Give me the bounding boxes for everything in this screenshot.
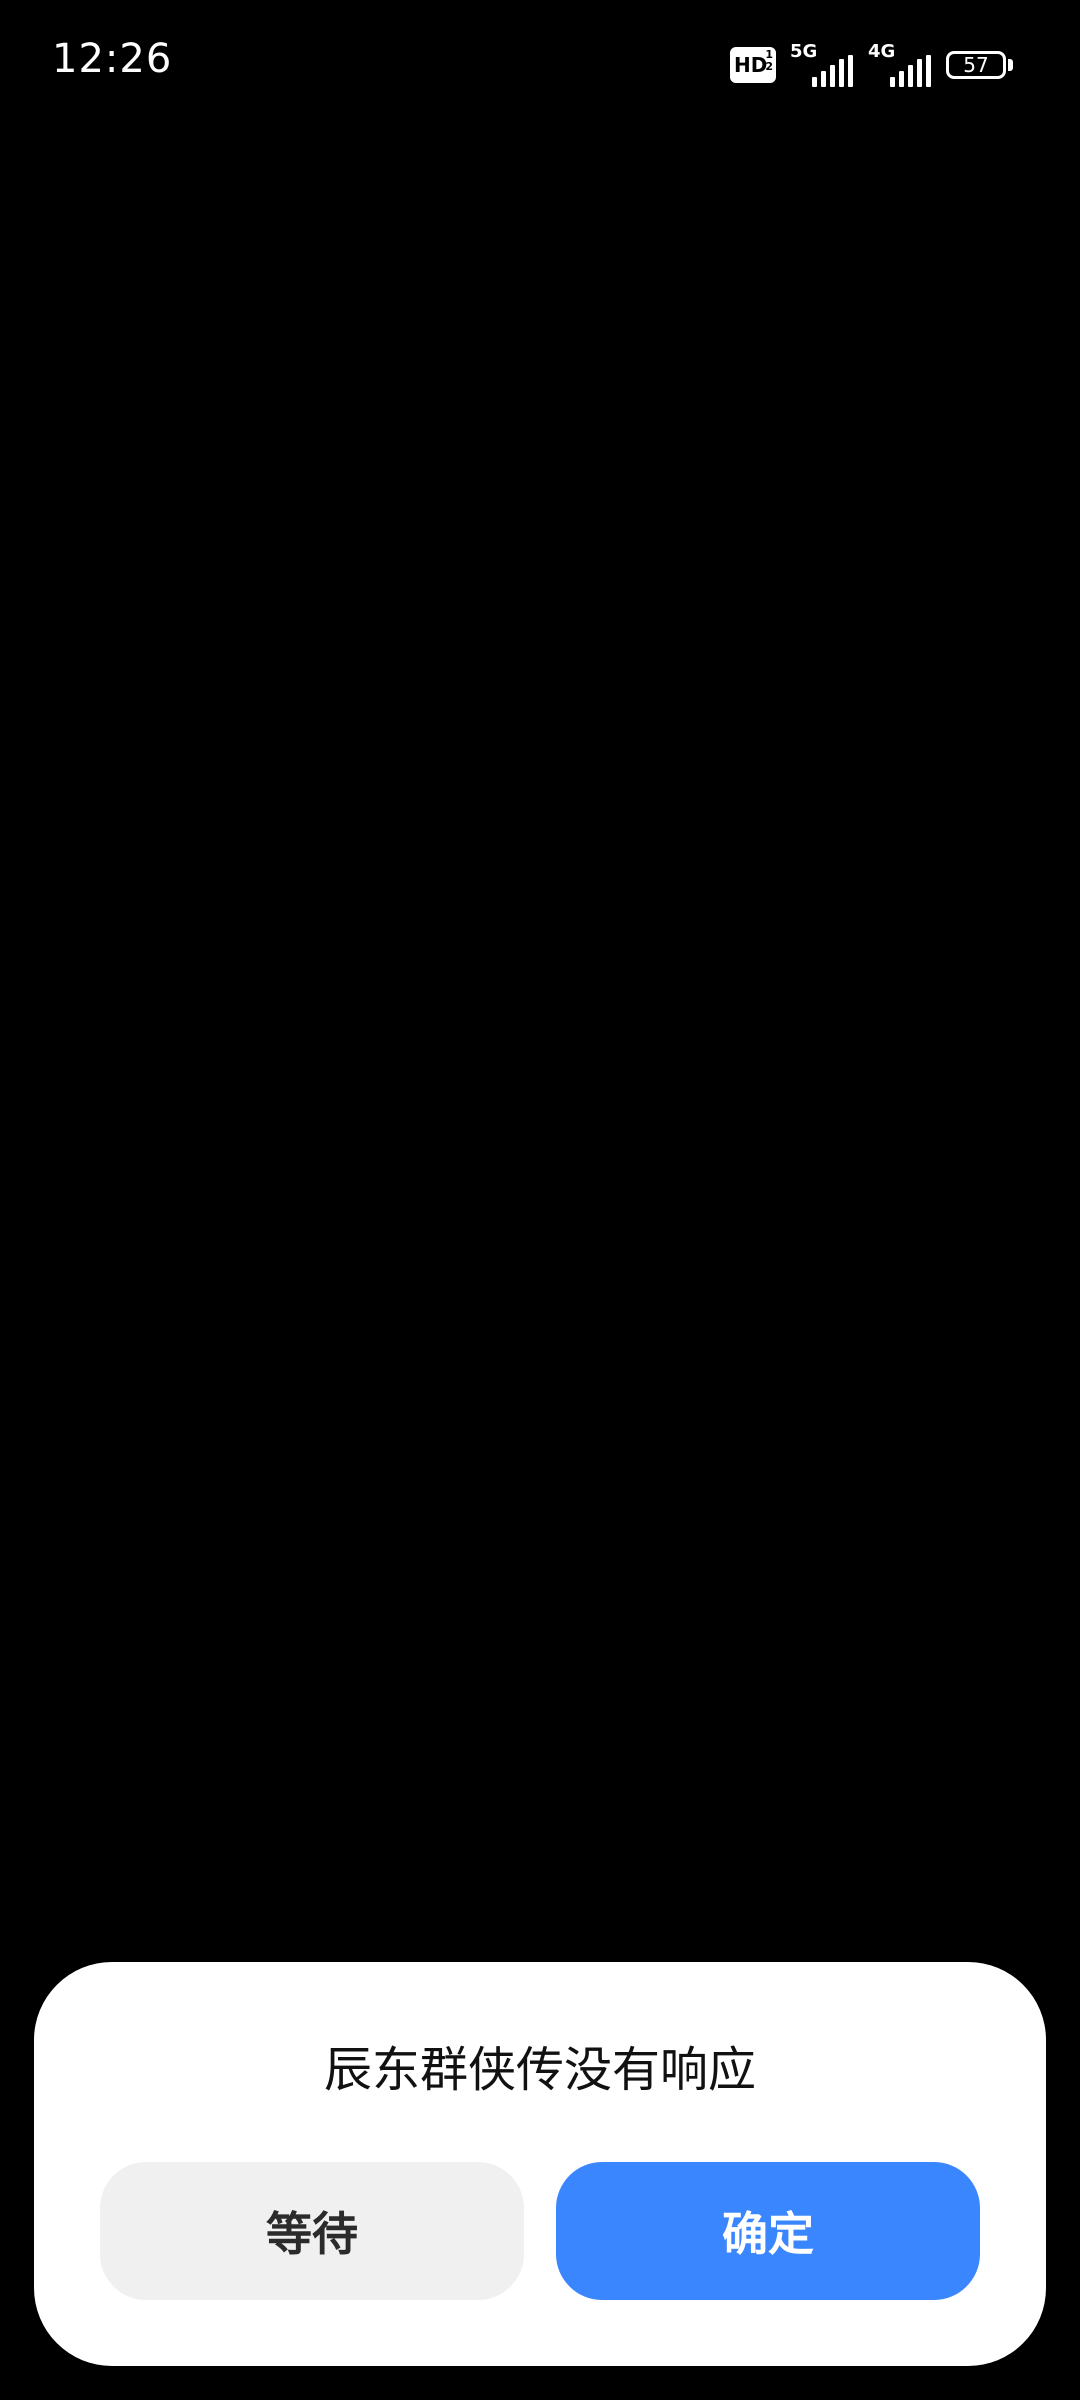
hd-voice-icon: HD 12 [730, 47, 776, 83]
battery-level: 57 [946, 51, 1006, 79]
status-bar: 12:26 HD 12 5G 4G 57 [0, 0, 1080, 128]
signal-5g-icon: 5G [790, 41, 854, 87]
signal-bars-icon [812, 55, 853, 87]
status-icons: HD 12 5G 4G 57 [730, 40, 1016, 90]
battery-icon: 57 [946, 49, 1016, 81]
app-not-responding-dialog: 辰东群侠传没有响应 等待 确定 [34, 1962, 1046, 2366]
screen: 12:26 HD 12 5G 4G 57 辰东群侠传没有响应 等待 确定 [0, 0, 1080, 2400]
signal-4g-icon: 4G [868, 41, 932, 87]
wait-button[interactable]: 等待 [100, 2162, 524, 2300]
dialog-title: 辰东群侠传没有响应 [323, 2042, 756, 2098]
hd-label: HD [734, 53, 768, 77]
signal-bars-icon [890, 55, 931, 87]
ok-button[interactable]: 确定 [556, 2162, 980, 2300]
hd-sub-label: 12 [765, 48, 773, 73]
status-time: 12:26 [52, 36, 173, 82]
battery-tip [1008, 59, 1013, 71]
